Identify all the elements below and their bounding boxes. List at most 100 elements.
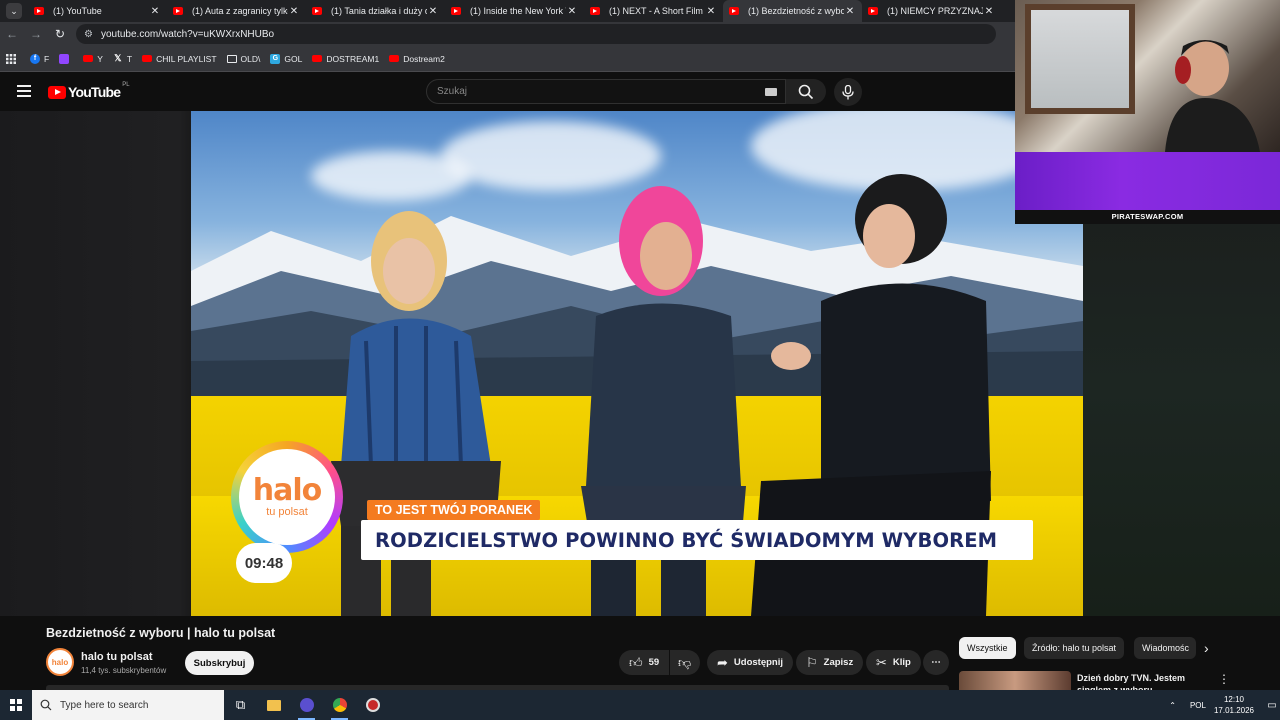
close-tab-icon[interactable]: ✕ (149, 6, 161, 17)
halo-tu-polsat-logo: halo tu polsat (231, 441, 343, 553)
taskbar-clock[interactable]: 12:10 17.01.2026 (1214, 694, 1254, 716)
chip-source-channel[interactable]: Źródło: halo tu polsat (1024, 637, 1125, 659)
youtube-favicon-icon (868, 7, 878, 15)
chip-all[interactable]: Wszystkie (959, 637, 1016, 659)
bookmark-dostream2[interactable]: Dostream2 (389, 54, 445, 64)
tray-chevron-up-icon[interactable]: ⌃ (1169, 701, 1176, 710)
clip-button[interactable]: ✂ Klip (866, 650, 921, 675)
bookmark-facebook[interactable]: fF (30, 53, 49, 64)
close-tab-icon[interactable]: ✕ (705, 6, 717, 17)
folder-icon (226, 54, 237, 63)
browser-tab[interactable]: (1) NEXT - A Short Film o ✕ (584, 0, 723, 22)
share-button[interactable]: ➦ Udostępnij (707, 650, 793, 675)
on-air-clock: 09:48 (236, 543, 292, 583)
youtube-play-icon (48, 85, 66, 99)
close-tab-icon[interactable]: ✕ (427, 6, 439, 17)
search-button[interactable] (786, 79, 826, 104)
browser-tab-active[interactable]: (1) Bezdzietność z wybo ✕ (723, 0, 862, 22)
browser-tab[interactable]: (1) NIEMCY PRZYZNAJĄ S✕ (862, 0, 1001, 22)
twitch-icon (59, 53, 70, 64)
share-arrow-icon: ➦ (717, 654, 728, 670)
tab-search-button[interactable]: ⌄ (0, 0, 28, 22)
youtube-icon (142, 55, 153, 62)
segment-tag: TO JEST TWÓJ PORANEK (367, 500, 541, 520)
system-tray: ⌃ POL 12:10 17.01.2026 ▭ (1169, 690, 1280, 720)
dislike-button[interactable]: 👎︎ (670, 650, 700, 675)
youtube-header: YouTube PL Szukaj (0, 73, 1015, 111)
bookmark-youtube[interactable]: Y (83, 54, 103, 64)
apps-grid-icon[interactable] (6, 53, 16, 64)
recommended-more-icon[interactable]: ⋮ (1218, 672, 1230, 686)
channel-name[interactable]: halo tu polsat (81, 651, 153, 663)
url-text: youtube.com/watch?v=uKWXrxNHUBo (100, 28, 275, 40)
close-tab-icon[interactable]: ✕ (983, 6, 995, 17)
video-title: Bezdzietność z wyboru | halo tu polsat (46, 626, 276, 640)
recording-app-icon[interactable] (356, 690, 389, 720)
windows-taskbar: Type here to search ⧉ ⌃ POL 12:10 17.01.… (0, 690, 1280, 720)
search-input[interactable]: Szukaj (426, 79, 786, 104)
browser-tab[interactable]: (1) YouTube ✕ (28, 0, 167, 22)
bookmark-icon: ⚐ (806, 654, 818, 670)
task-view-icon[interactable]: ⧉ (224, 690, 257, 720)
search-icon (40, 699, 52, 711)
url-input[interactable]: ⚙ youtube.com/watch?v=uKWXrxNHUBo (76, 24, 996, 44)
x-icon: 𝕏 (114, 53, 122, 63)
scissors-icon: ✂ (876, 654, 887, 670)
search-icon (798, 84, 814, 99)
close-tab-icon[interactable]: ✕ (844, 6, 856, 17)
file-explorer-icon[interactable] (257, 690, 290, 720)
chevron-right-icon[interactable]: › (1204, 640, 1209, 656)
voice-search-button[interactable] (834, 78, 862, 106)
browser-tab[interactable]: (1) Auta z zagranicy tylko ✕ (167, 0, 306, 22)
notification-icon[interactable]: ▭ (1264, 690, 1280, 720)
back-arrow-icon[interactable]: ← (0, 22, 24, 46)
video-details: Bezdzietność z wyboru | halo tu polsat h… (0, 616, 1280, 690)
windows-start-button[interactable] (0, 690, 32, 720)
address-bar-row: ← → ↻ ⚙ youtube.com/watch?v=uKWXrxNHUBo (0, 22, 1015, 46)
like-button[interactable]: 👍︎ 59 (619, 650, 669, 675)
youtube-icon (83, 55, 94, 62)
language-indicator[interactable]: POL (1190, 701, 1206, 710)
obs-app-icon[interactable] (290, 690, 323, 720)
subscriber-count: 11,4 tys. subskrybentów (81, 666, 167, 675)
more-actions-button[interactable]: ⋯ (923, 650, 949, 675)
bookmark-x[interactable]: 𝕏T (113, 53, 132, 64)
youtube-icon (389, 55, 400, 62)
save-button[interactable]: ⚐ Zapisz (796, 650, 864, 675)
forward-arrow-icon[interactable]: → (24, 22, 48, 46)
bookmark-chil-playlist[interactable]: CHIL PLAYLIST (142, 54, 217, 64)
site-settings-icon[interactable]: ⚙ (84, 29, 93, 40)
streamer-webcam (1015, 0, 1280, 152)
chip-news[interactable]: Wiadomośc (1134, 637, 1196, 659)
channel-avatar[interactable]: halo (46, 648, 74, 676)
close-tab-icon[interactable]: ✕ (566, 6, 578, 17)
bookmark-folder-old[interactable]: OLD\ (226, 54, 260, 64)
video-player[interactable]: halo tu polsat 09:48 TO JEST TWÓJ PORANE… (191, 111, 1083, 616)
youtube-favicon-icon (729, 7, 739, 15)
browser-tab[interactable]: (1) Tania działka i duży do ✕ (306, 0, 445, 22)
backdrop-cloud (311, 151, 471, 201)
subscribe-button[interactable]: Subskrybuj (185, 651, 254, 675)
more-dots-icon: ⋯ (931, 657, 941, 668)
bookmark-dostream1[interactable]: DOSTREAM1 (312, 54, 379, 64)
microphone-icon (842, 84, 854, 99)
close-tab-icon[interactable]: ✕ (288, 6, 300, 17)
reload-icon[interactable]: ↻ (48, 22, 72, 46)
webcam-background-window (1025, 4, 1135, 114)
bookmark-gol[interactable]: G GOL (270, 53, 302, 64)
sponsor-banner: PIRATESWAP.COM (1015, 152, 1280, 224)
thumbs-up-icon: 👍︎ (629, 654, 643, 670)
taskbar-search-input[interactable]: Type here to search (32, 690, 224, 720)
facebook-icon: f (30, 53, 40, 64)
bookmarks-bar: fF Y 𝕏T CHIL PLAYLIST OLD\ G GOL DOSTREAM… (0, 46, 1015, 72)
chrome-browser-icon[interactable] (323, 690, 356, 720)
browser-tab[interactable]: (1) Inside the New York Ti ✕ (445, 0, 584, 22)
youtube-logo[interactable]: YouTube PL (48, 82, 130, 100)
keyboard-icon[interactable] (765, 88, 777, 96)
recommended-video-title[interactable]: Dzień dobry TVN. Jestem singlem z wyboru (1077, 672, 1207, 690)
menu-hamburger-icon[interactable] (17, 85, 31, 97)
recommended-video-thumbnail[interactable] (959, 671, 1071, 690)
bookmark-twitch[interactable] (59, 53, 73, 64)
youtube-favicon-icon (173, 7, 183, 15)
youtube-icon (312, 55, 323, 62)
